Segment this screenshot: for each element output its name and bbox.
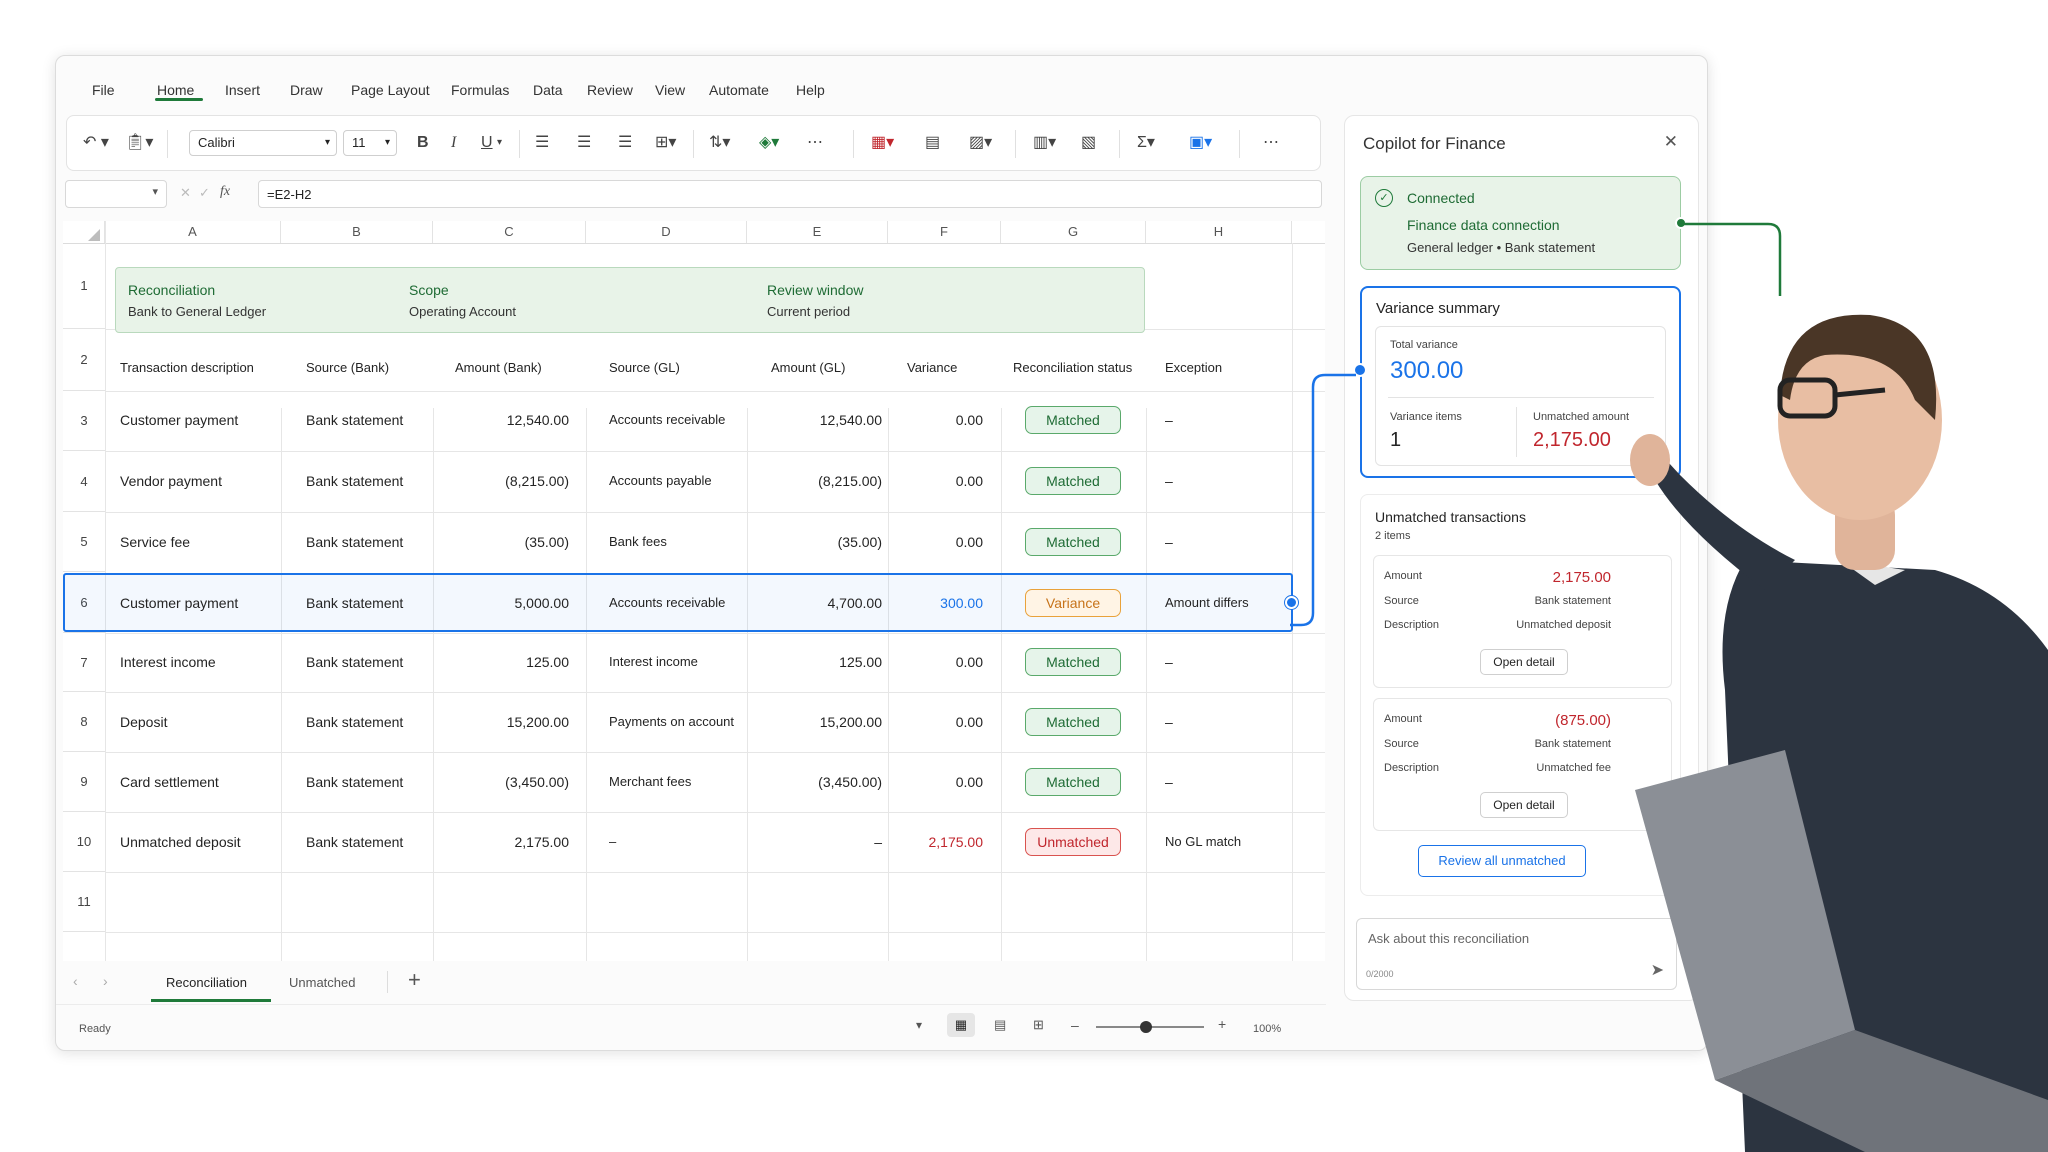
person-illustration xyxy=(1630,314,2048,1152)
